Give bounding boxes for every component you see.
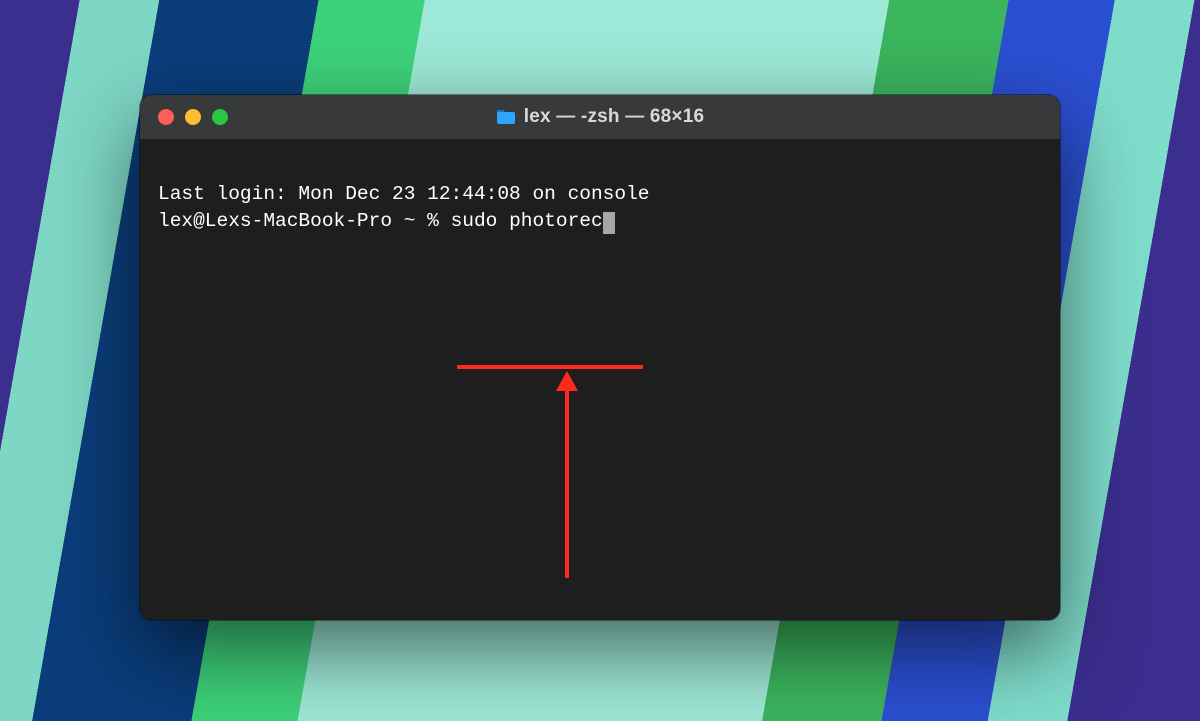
minimize-button[interactable] [185,109,201,125]
terminal-last-login: Last login: Mon Dec 23 12:44:08 on conso… [158,183,649,205]
maximize-button[interactable] [212,109,228,125]
traffic-lights [158,109,228,125]
annotation-arrow-head [556,371,578,391]
annotation-underline [457,365,643,369]
window-title: lex — -zsh — 68×16 [140,106,1060,128]
close-button[interactable] [158,109,174,125]
window-title-text: lex — -zsh — 68×16 [524,106,705,128]
annotation-arrow-shaft [565,388,569,578]
terminal-command: sudo photorec [451,210,603,232]
terminal-prompt: lex@Lexs-MacBook-Pro ~ % [158,210,451,232]
window-titlebar[interactable]: lex — -zsh — 68×16 [140,95,1060,139]
folder-icon [496,109,516,125]
terminal-cursor [603,212,615,234]
terminal-window: lex — -zsh — 68×16 Last login: Mon Dec 2… [140,95,1060,620]
annotation-highlight [158,313,228,445]
terminal-body[interactable]: Last login: Mon Dec 23 12:44:08 on conso… [140,139,1060,620]
